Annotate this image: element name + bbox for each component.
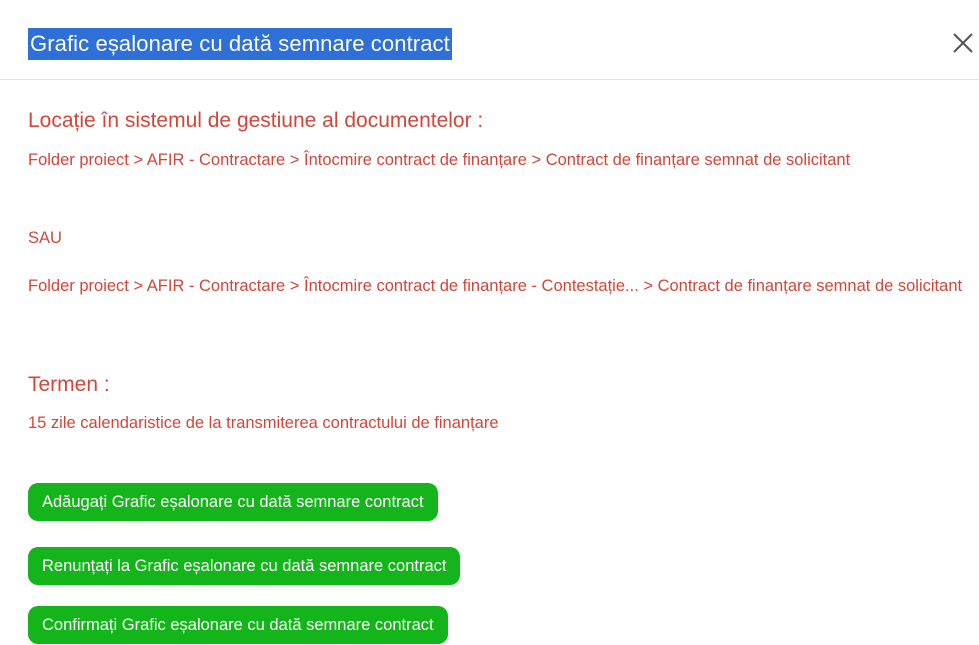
add-schedule-button[interactable]: Adăugați Grafic eșalonare cu dată semnar… xyxy=(28,483,438,521)
term-heading: Termen : xyxy=(28,373,110,396)
location-heading: Locație în sistemul de gestiune al docum… xyxy=(28,109,484,132)
term-text: 15 zile calendaristice de la transmitere… xyxy=(28,414,499,432)
confirm-schedule-button[interactable]: Confirmați Grafic eșalonare cu dată semn… xyxy=(28,606,448,644)
location-separator: SAU xyxy=(28,229,62,247)
modal-title: Grafic eșalonare cu dată semnare contrac… xyxy=(28,28,452,60)
close-icon xyxy=(953,33,973,53)
cancel-schedule-button[interactable]: Renunțați la Grafic eșalonare cu dată se… xyxy=(28,547,461,585)
modal-dialog: Grafic eșalonare cu dată semnare contrac… xyxy=(0,0,979,645)
modal-header: Grafic eșalonare cu dată semnare contrac… xyxy=(0,0,979,80)
location-path-primary: Folder proiect > AFIR - Contractare > În… xyxy=(28,151,851,169)
location-path-alternative: Folder proiect > AFIR - Contractare > În… xyxy=(28,277,963,295)
close-button[interactable] xyxy=(948,28,978,58)
